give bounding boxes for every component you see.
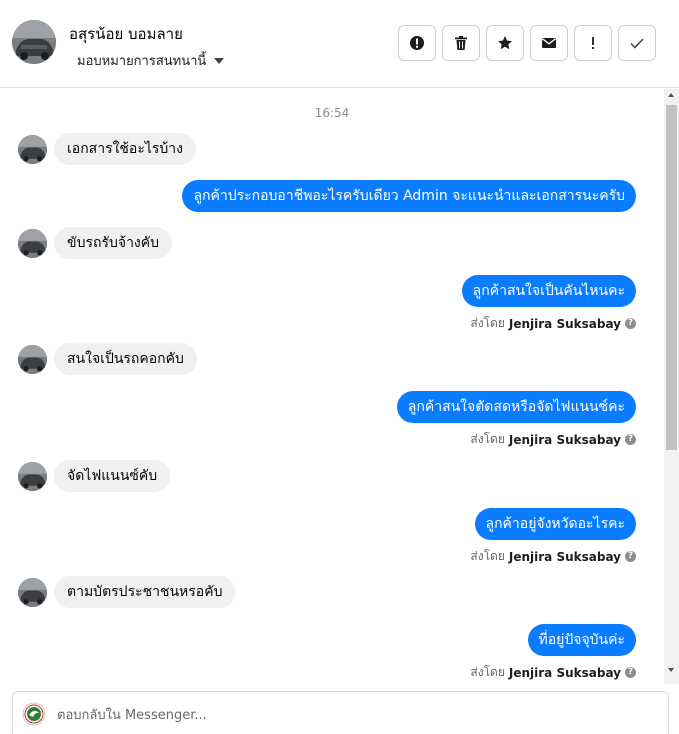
- sender-name: Jenjira Suksabay: [508, 432, 621, 447]
- incoming-message: สนใจเป็นรถคอกคับ: [18, 343, 197, 375]
- mark-spam-button[interactable]: [398, 25, 436, 61]
- thread-timestamp: 16:54: [314, 106, 350, 120]
- info-icon[interactable]: ?: [625, 434, 636, 445]
- sent-by-line: ส่งโดย Jenjira Suksabay ?: [470, 663, 636, 682]
- mark-unread-button[interactable]: [530, 25, 568, 61]
- contact-avatar[interactable]: [12, 20, 56, 64]
- sent-by-prefix: ส่งโดย: [470, 549, 505, 563]
- contact-avatar-small: [18, 461, 47, 491]
- outgoing-message: ลูกค้าประกอบอาชีพอะไรครับเดียว Admin จะแ…: [182, 180, 636, 212]
- scroll-down-arrow-icon[interactable]: [668, 668, 674, 672]
- alert-circle-icon: [410, 36, 424, 50]
- contact-avatar-small: [18, 134, 47, 164]
- scroll-up-arrow-icon[interactable]: [668, 93, 674, 97]
- scrollbar-thumb[interactable]: [666, 105, 677, 450]
- message-bubble[interactable]: ตามบัตรประชาชนหรอคับ: [54, 576, 236, 608]
- caret-down-icon: [214, 57, 225, 64]
- sent-by-line: ส่งโดย Jenjira Suksabay ?: [470, 547, 636, 566]
- message-bubble[interactable]: ลูกค้าประกอบอาชีพอะไรครับเดียว Admin จะแ…: [182, 180, 636, 212]
- envelope-icon: [542, 38, 556, 48]
- trash-icon: [455, 36, 467, 50]
- contact-avatar-small: [18, 344, 47, 374]
- message-bubble[interactable]: ลูกค้าสนใจตัดสดหรือจัดไฟแนนซ์คะ: [396, 391, 636, 423]
- contact-avatar-small: [18, 228, 47, 258]
- delete-button[interactable]: [442, 25, 480, 61]
- sent-by-prefix: ส่งโดย: [470, 316, 505, 330]
- reply-composer: [12, 691, 669, 734]
- incoming-message: จัดไฟแนนซ์คับ: [18, 460, 171, 492]
- sent-by-line: ส่งโดย Jenjira Suksabay ?: [470, 314, 636, 333]
- message-thread[interactable]: 16:54 เอกสารใช้อะไรบ้าง ลูกค้าประกอบอาชี…: [0, 89, 664, 684]
- contact-name[interactable]: อสุรน้อย บอมลาย: [69, 22, 183, 46]
- message-bubble[interactable]: เอกสารใช้อะไรบ้าง: [54, 133, 197, 165]
- incoming-message: ขับรถรับจ้างคับ: [18, 227, 173, 259]
- message-bubble[interactable]: ขับรถรับจ้างคับ: [54, 227, 173, 259]
- message-bubble[interactable]: จัดไฟแนนซ์คับ: [54, 460, 171, 492]
- star-icon: [498, 36, 512, 50]
- mark-done-button[interactable]: [618, 25, 656, 61]
- info-icon[interactable]: ?: [625, 318, 636, 329]
- message-bubble[interactable]: ลูกค้าสนใจเป็นคันไหนคะ: [461, 275, 636, 307]
- exclamation-icon: [592, 37, 594, 49]
- outgoing-message: ลูกค้าอยู่จังหวัดอะไรคะ: [474, 508, 636, 540]
- assign-label: มอบหมายการสนทนานี้: [77, 54, 207, 69]
- page-logo-icon: [22, 702, 46, 726]
- incoming-message: เอกสารใช้อะไรบ้าง: [18, 133, 197, 165]
- sent-by-prefix: ส่งโดย: [470, 665, 505, 679]
- incoming-message: ตามบัตรประชาชนหรอคับ: [18, 576, 236, 608]
- conversation-header: อสุรน้อย บอมลาย มอบหมายการสนทนานี้: [0, 0, 679, 88]
- reply-input[interactable]: [57, 704, 647, 726]
- sender-name: Jenjira Suksabay: [508, 549, 621, 564]
- conversation-toolbar: [398, 25, 656, 61]
- sender-name: Jenjira Suksabay: [508, 316, 621, 331]
- sender-name: Jenjira Suksabay: [508, 665, 621, 680]
- check-icon: [630, 38, 644, 49]
- thread-scrollbar[interactable]: [664, 89, 679, 684]
- message-bubble[interactable]: ที่อยู่ปัจจุบันค่ะ: [527, 624, 636, 656]
- contact-avatar-small: [18, 577, 47, 607]
- info-icon[interactable]: ?: [625, 667, 636, 678]
- message-bubble[interactable]: ลูกค้าอยู่จังหวัดอะไรคะ: [474, 508, 636, 540]
- assign-conversation-dropdown[interactable]: มอบหมายการสนทนานี้: [77, 50, 225, 71]
- follow-up-button[interactable]: [574, 25, 612, 61]
- message-bubble[interactable]: สนใจเป็นรถคอกคับ: [54, 343, 197, 375]
- info-icon[interactable]: ?: [625, 551, 636, 562]
- outgoing-message: ลูกค้าสนใจเป็นคันไหนคะ: [461, 275, 636, 307]
- outgoing-message: ที่อยู่ปัจจุบันค่ะ: [527, 624, 636, 656]
- sent-by-line: ส่งโดย Jenjira Suksabay ?: [470, 430, 636, 449]
- star-button[interactable]: [486, 25, 524, 61]
- outgoing-message: ลูกค้าสนใจตัดสดหรือจัดไฟแนนซ์คะ: [396, 391, 636, 423]
- sent-by-prefix: ส่งโดย: [470, 432, 505, 446]
